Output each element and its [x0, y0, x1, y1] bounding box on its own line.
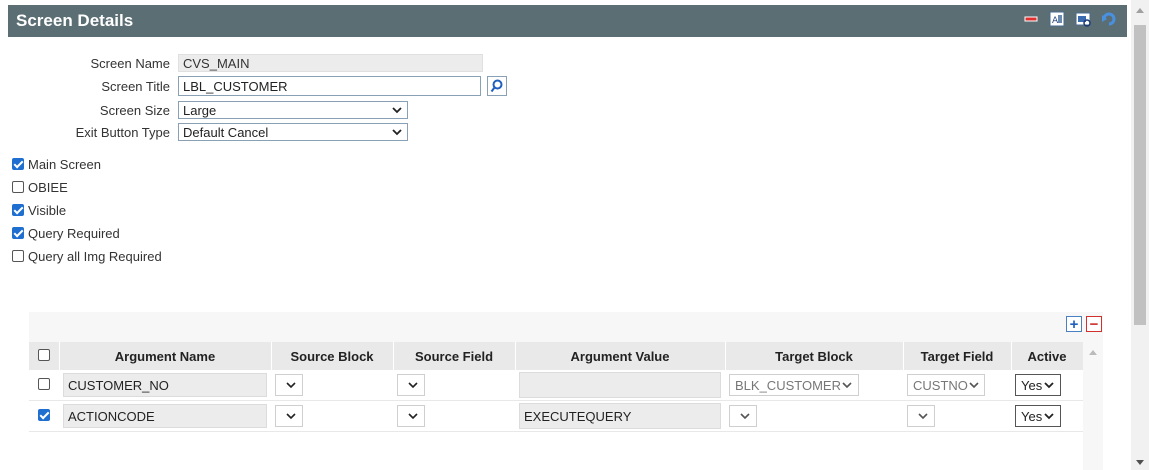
- scroll-up-icon[interactable]: [1136, 8, 1144, 13]
- row-checkbox[interactable]: [38, 377, 50, 390]
- screen-size-row: Screen Size Large: [0, 100, 408, 120]
- screen-size-select[interactable]: Large: [178, 101, 408, 119]
- argument-value-cell: [519, 372, 721, 398]
- table-row: ACTIONCODE EXECUTEQUERY Yes: [29, 400, 1083, 432]
- svg-text:A: A: [1052, 16, 1059, 26]
- exit-button-type-value: Default Cancel: [183, 124, 269, 140]
- chevron-down-icon: [392, 129, 402, 136]
- column-header[interactable]: Argument Name: [59, 342, 272, 370]
- column-header[interactable]: Target Block: [725, 342, 904, 370]
- active-select[interactable]: Yes: [1015, 374, 1061, 396]
- checkbox-box[interactable]: [12, 181, 24, 193]
- checkbox-query-all-img-required[interactable]: Query all Img Required: [12, 247, 162, 265]
- screen-title-row: Screen Title LBL_CUSTOMER: [0, 76, 507, 96]
- target-field-select[interactable]: [907, 405, 935, 427]
- column-header[interactable]: Target Field: [903, 342, 1012, 370]
- chevron-down-icon: [392, 107, 402, 114]
- chevron-down-icon: [842, 382, 852, 389]
- screen-size-label: Screen Size: [99, 102, 170, 118]
- vertical-scrollbar[interactable]: [1131, 0, 1149, 470]
- search-button[interactable]: [487, 76, 507, 96]
- source-field-select[interactable]: [397, 374, 425, 396]
- target-field-select[interactable]: CUSTNO: [907, 374, 985, 396]
- checkbox-label: OBIEE: [28, 179, 68, 195]
- scroll-up-icon[interactable]: [1089, 350, 1097, 355]
- checkbox-label: Main Screen: [28, 156, 101, 172]
- screen-size-value: Large: [183, 102, 217, 118]
- chevron-down-icon: [918, 413, 928, 420]
- font-settings-icon[interactable]: A: [1049, 11, 1065, 27]
- source-block-select[interactable]: [275, 405, 303, 427]
- column-header[interactable]: Active: [1011, 342, 1084, 370]
- remove-row-button[interactable]: −: [1086, 316, 1102, 332]
- checkbox-main-screen[interactable]: Main Screen: [12, 155, 101, 173]
- chevron-down-icon: [408, 413, 418, 420]
- column-header[interactable]: Source Field: [393, 342, 516, 370]
- argument-value-cell: EXECUTEQUERY: [519, 403, 721, 429]
- select-all-cell[interactable]: [29, 342, 60, 370]
- checkbox-box[interactable]: [12, 250, 24, 262]
- column-header[interactable]: Argument Value: [515, 342, 726, 370]
- checkbox-label: Query Required: [28, 225, 120, 241]
- exit-button-type-label: Exit Button Type: [75, 124, 170, 140]
- chevron-down-icon: [1044, 382, 1054, 389]
- target-block-select[interactable]: [729, 405, 757, 427]
- chevron-down-icon: [408, 382, 418, 389]
- minimize-icon[interactable]: [1023, 11, 1039, 27]
- chevron-down-icon: [286, 413, 296, 420]
- add-row-button[interactable]: +: [1066, 316, 1082, 332]
- checkbox-query-required[interactable]: Query Required: [12, 224, 120, 242]
- chevron-down-icon: [740, 413, 750, 420]
- source-block-select[interactable]: [275, 374, 303, 396]
- row-select-cell[interactable]: [29, 370, 59, 401]
- argument-name-cell: CUSTOMER_NO: [63, 373, 267, 397]
- arguments-grid: Argument Name Source Block Source Field …: [29, 342, 1103, 470]
- search-icon: [490, 79, 503, 93]
- checkbox-label: Query all Img Required: [28, 248, 162, 264]
- argument-name-cell: ACTIONCODE: [63, 404, 267, 428]
- row-checkbox[interactable]: [38, 408, 50, 421]
- select-all-checkbox[interactable]: [37, 348, 50, 361]
- table-row: CUSTOMER_NO BLK_CUSTOMER CUSTNO Yes: [29, 370, 1083, 401]
- checkbox-obiee[interactable]: OBIEE: [12, 178, 68, 196]
- checkbox-label: Visible: [28, 202, 67, 218]
- checkbox-visible[interactable]: Visible: [12, 201, 66, 219]
- checkbox-box[interactable]: [12, 227, 24, 239]
- exit-button-type-select[interactable]: Default Cancel: [178, 123, 408, 141]
- arguments-grid-panel: + − Argument Name Source Block Source Fi…: [29, 312, 1103, 470]
- row-select-cell[interactable]: [29, 400, 59, 432]
- column-header[interactable]: Source Block: [271, 342, 394, 370]
- active-select[interactable]: Yes: [1015, 405, 1061, 427]
- checkbox-box[interactable]: [12, 204, 24, 216]
- chevron-down-icon: [1044, 413, 1054, 420]
- scroll-thumb[interactable]: [1134, 25, 1146, 325]
- grid-scrollbar[interactable]: [1083, 342, 1103, 470]
- target-block-select[interactable]: BLK_CUSTOMER: [729, 374, 859, 396]
- preview-icon[interactable]: [1075, 11, 1091, 27]
- screen-title-label: Screen Title: [101, 78, 170, 94]
- window-title: Screen Details: [16, 11, 134, 30]
- screen-title-input[interactable]: LBL_CUSTOMER: [178, 76, 481, 96]
- undo-icon[interactable]: [1101, 11, 1117, 27]
- grid-header-row: Argument Name Source Block Source Field …: [29, 342, 1084, 370]
- title-bar: Screen Details A: [8, 5, 1127, 37]
- screen-name-field: CVS_MAIN: [178, 54, 483, 72]
- screen-name-row: Screen Name CVS_MAIN: [0, 53, 483, 73]
- chevron-down-icon: [286, 382, 296, 389]
- screen-name-label: Screen Name: [90, 55, 170, 71]
- exit-button-type-row: Exit Button Type Default Cancel: [0, 122, 408, 142]
- scroll-down-icon[interactable]: [1136, 460, 1144, 465]
- chevron-down-icon: [969, 382, 979, 389]
- checkbox-box[interactable]: [12, 158, 24, 170]
- source-field-select[interactable]: [397, 405, 425, 427]
